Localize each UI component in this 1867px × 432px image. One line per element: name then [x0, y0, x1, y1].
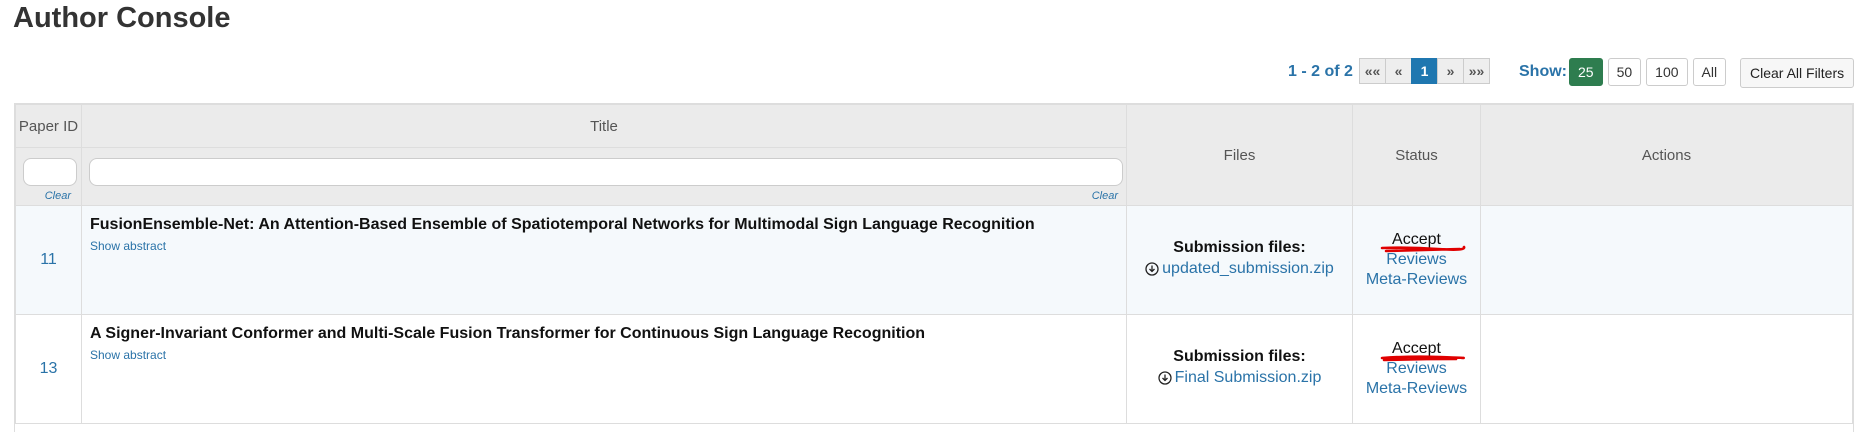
show-abstract-link[interactable]: Show abstract [90, 239, 1118, 253]
files-cell: Submission files: updated_submission.zip [1126, 205, 1353, 315]
page-title: Author Console [13, 2, 231, 34]
file-download-link[interactable]: Final Submission.zip [1157, 369, 1322, 387]
show-label: Show: [1519, 63, 1567, 80]
paper-id-filter-input[interactable] [23, 158, 77, 186]
status-cell: Accept Reviews Meta-Reviews [1352, 314, 1481, 424]
clear-all-filters-button[interactable]: Clear All Filters [1740, 58, 1855, 88]
title-cell: A Signer-Invariant Conformer and Multi-S… [81, 314, 1127, 424]
title-filter-cell: Clear [81, 147, 1127, 206]
first-page-button[interactable]: «« [1359, 58, 1386, 84]
page-size-all-button[interactable]: All [1692, 58, 1727, 86]
red-underline-annotation [1380, 245, 1466, 253]
title-filter-input[interactable] [89, 158, 1123, 186]
paper-id-header[interactable]: Paper ID [15, 104, 82, 148]
status-header: Status [1352, 104, 1481, 206]
title-header[interactable]: Title [81, 104, 1127, 148]
paper-id-filter-cell: Clear [15, 147, 82, 206]
page-1-button[interactable]: 1 [1411, 58, 1438, 84]
page-size-50-button[interactable]: 50 [1607, 58, 1642, 86]
toolbar: 1 - 2 of 2 «« « 1 » »» Show: 25 50 100 A… [0, 58, 1867, 88]
papers-table: Paper ID Title Files Status Actions Clea… [14, 103, 1854, 432]
file-name: Final Submission.zip [1174, 369, 1322, 386]
status-cell: Accept Reviews Meta-Reviews [1352, 205, 1481, 315]
result-range: 1 - 2 of 2 [1288, 63, 1353, 80]
table-row: 13 A Signer-Invariant Conformer and Mult… [15, 314, 1853, 424]
meta-reviews-link[interactable]: Meta-Reviews [1354, 379, 1479, 399]
file-download-link[interactable]: updated_submission.zip [1145, 260, 1334, 278]
paper-title: FusionEnsemble-Net: An Attention-Based E… [90, 216, 1035, 233]
files-header: Files [1126, 104, 1353, 206]
actions-cell [1480, 205, 1853, 315]
files-cell: Submission files: Final Submission.zip [1126, 314, 1353, 424]
page-size-100-button[interactable]: 100 [1646, 58, 1688, 86]
download-circle-icon [1145, 262, 1159, 276]
last-page-button[interactable]: »» [1463, 58, 1490, 84]
actions-header: Actions [1480, 104, 1853, 206]
file-name: updated_submission.zip [1162, 260, 1334, 277]
paper-title: A Signer-Invariant Conformer and Multi-S… [90, 325, 926, 342]
meta-reviews-link[interactable]: Meta-Reviews [1354, 270, 1479, 290]
clear-paper-id-filter-link[interactable]: Clear [45, 190, 71, 202]
pagination: «« « 1 » »» [1359, 58, 1490, 84]
submission-files-label: Submission files: [1173, 239, 1306, 256]
page-size-selector: 25 50 100 All [1569, 58, 1727, 86]
actions-cell [1480, 314, 1853, 424]
status-decision: Accept [1380, 339, 1465, 362]
table-row: 11 FusionEnsemble-Net: An Attention-Base… [15, 205, 1853, 315]
red-underline-annotation [1380, 355, 1465, 362]
submission-files-label: Submission files: [1173, 348, 1306, 365]
paper-id-link[interactable]: 13 [15, 314, 82, 424]
download-circle-icon [1157, 371, 1172, 385]
title-cell: FusionEnsemble-Net: An Attention-Based E… [81, 205, 1127, 315]
status-decision: Accept [1380, 230, 1466, 253]
prev-page-button[interactable]: « [1385, 58, 1412, 84]
next-page-button[interactable]: » [1437, 58, 1464, 84]
paper-id-link[interactable]: 11 [15, 205, 82, 315]
show-abstract-link[interactable]: Show abstract [90, 348, 1118, 362]
clear-title-filter-link[interactable]: Clear [1092, 190, 1118, 202]
page-size-25-button[interactable]: 25 [1569, 58, 1603, 86]
